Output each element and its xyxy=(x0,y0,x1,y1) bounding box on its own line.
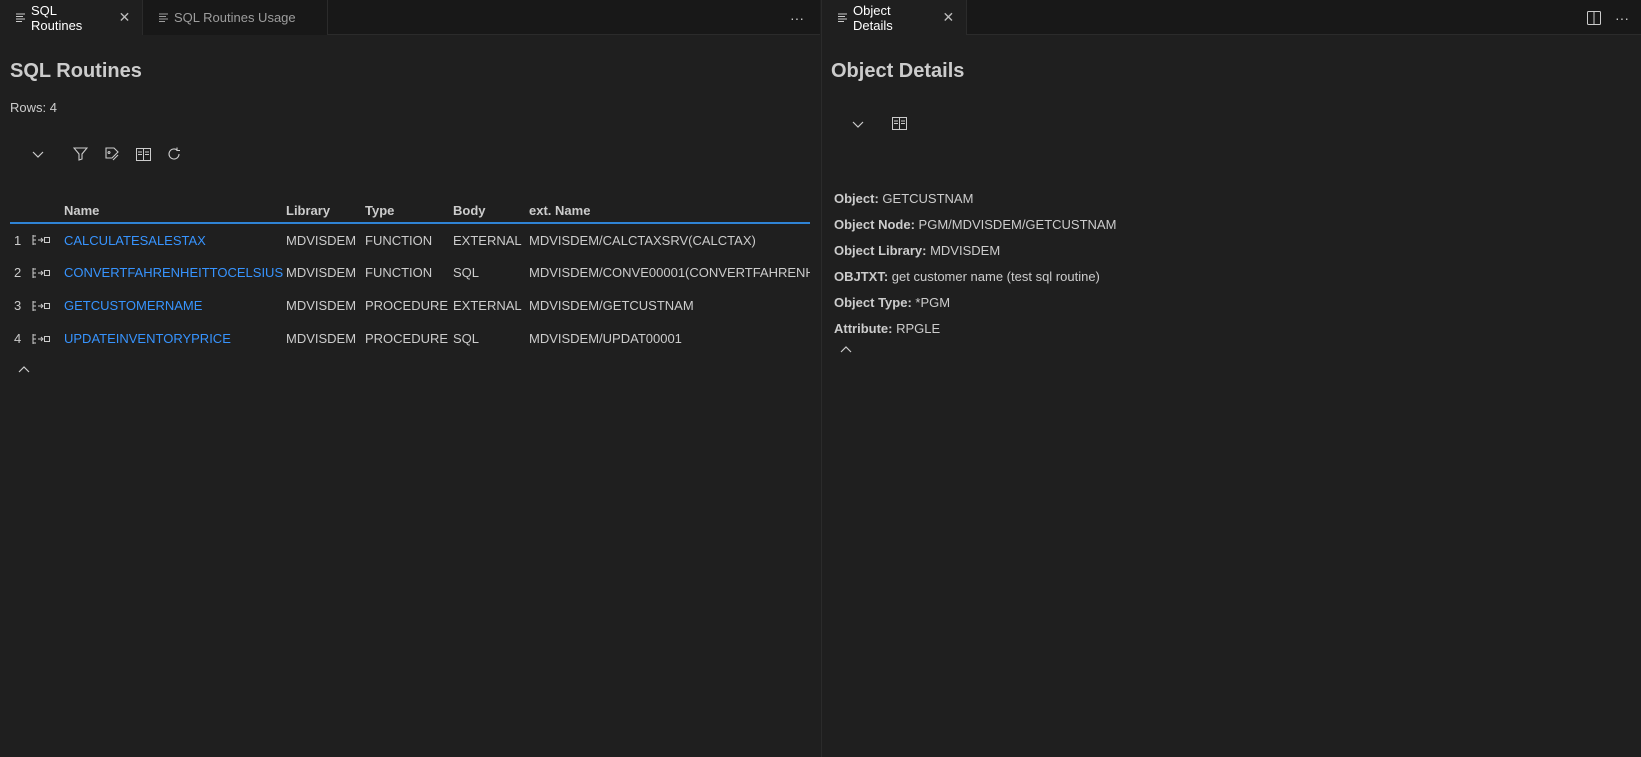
routines-table: Name Library Type Body ext. Name 1 CALCU… xyxy=(10,198,810,355)
cell-type: FUNCTION xyxy=(365,232,433,248)
action-icon[interactable] xyxy=(30,223,62,256)
detail-value: MDVISDEM xyxy=(930,243,1001,258)
column-header-library[interactable]: Library xyxy=(284,198,363,224)
detail-row-object-library: Object Library: MDVISDEM xyxy=(834,238,1116,264)
detail-label: OBJTXT: xyxy=(834,269,889,284)
chevron-up-icon[interactable] xyxy=(14,359,34,379)
columns-icon[interactable] xyxy=(889,113,909,133)
table-header-row: Name Library Type Body ext. Name xyxy=(10,198,810,224)
more-actions-icon[interactable]: ··· xyxy=(1615,10,1629,26)
detail-row-object-node: Object Node: PGM/MDVISDEM/GETCUSTNAM xyxy=(834,212,1116,238)
row-number: 4 xyxy=(14,331,22,346)
detail-label: Object Type: xyxy=(834,295,912,310)
cell-library: MDVISDEM xyxy=(286,232,357,248)
cell-body: SQL xyxy=(453,265,480,280)
routine-link[interactable]: CALCULATESALESTAX xyxy=(64,233,206,248)
preview-icon xyxy=(838,13,847,22)
column-header-name[interactable]: Name xyxy=(62,198,284,224)
chevron-down-icon[interactable] xyxy=(848,115,868,135)
detail-row-attribute: Attribute: RPGLE xyxy=(834,316,1116,342)
right-editor-group: Object Details ✕ ··· Object Details Obje… xyxy=(821,0,1641,757)
column-header-body[interactable]: Body xyxy=(451,198,527,224)
routine-link[interactable]: CONVERTFAHRENHEITTOCELSIUS xyxy=(64,265,283,280)
detail-label: Object: xyxy=(834,191,879,206)
tab-label: Object Details xyxy=(853,2,893,33)
column-header-type[interactable]: Type xyxy=(363,198,451,224)
cell-type: PROCEDURE xyxy=(365,331,449,346)
detail-value: GETCUSTNAM xyxy=(882,191,974,206)
left-editor-group: SQL Routines ✕ SQL Routines Usage ··· SQ… xyxy=(0,0,820,757)
page-title: SQL Routines xyxy=(10,60,142,82)
routine-link[interactable]: GETCUSTOMERNAME xyxy=(64,298,202,313)
chevron-up-icon[interactable] xyxy=(836,339,856,359)
routine-link[interactable]: UPDATEINVENTORYPRICE xyxy=(64,331,231,346)
table-row[interactable]: 4 UPDATEINVENTORYPRICE MDVISDEM PROCEDUR… xyxy=(10,322,810,355)
row-number: 2 xyxy=(14,265,22,280)
filter-icon[interactable] xyxy=(70,144,90,164)
detail-label: Attribute: xyxy=(834,321,893,336)
table-row[interactable]: 2 CONVERTFAHRENHEITTOCELSIUS MDVISDEM FU… xyxy=(10,256,810,289)
tab-label: SQL Routines Usage xyxy=(174,10,296,25)
detail-label: Object Node: xyxy=(834,217,915,232)
close-icon[interactable]: ✕ xyxy=(117,9,132,26)
tab-object-details[interactable]: Object Details ✕ xyxy=(822,0,967,35)
preview-icon xyxy=(16,13,25,22)
cell-ext-name: MDVISDEM/CALCTAXSRV(CALCTAX) xyxy=(529,232,756,248)
tab-label: SQL Routines xyxy=(31,2,83,33)
edit-tag-icon[interactable] xyxy=(102,144,122,164)
detail-value: PGM/MDVISDEM/GETCUSTNAM xyxy=(918,217,1117,232)
detail-value: *PGM xyxy=(915,295,951,310)
cell-ext-name: MDVISDEM/CONVE00001(CONVERTFAHRENH xyxy=(529,265,810,280)
refresh-icon[interactable] xyxy=(164,144,184,164)
tab-sql-routines-usage[interactable]: SQL Routines Usage xyxy=(143,0,328,35)
cell-library: MDVISDEM xyxy=(286,298,357,313)
detail-row-objtxt: OBJTXT: get customer name (test sql rout… xyxy=(834,264,1116,290)
action-icon[interactable] xyxy=(30,289,62,322)
preview-icon xyxy=(159,13,168,22)
cell-body: SQL xyxy=(453,331,480,346)
tab-sql-routines[interactable]: SQL Routines ✕ xyxy=(0,0,143,35)
cell-type: FUNCTION xyxy=(365,265,433,280)
object-details-list: Object: GETCUSTNAM Object Node: PGM/MDVI… xyxy=(834,186,1116,342)
table-row[interactable]: 1 CALCULATESALESTAX MDVISDEM FUNCTION EX… xyxy=(10,223,810,256)
more-actions-icon[interactable]: ··· xyxy=(790,10,804,26)
details-title: Object Details xyxy=(831,60,965,82)
row-number: 1 xyxy=(14,232,22,248)
row-number: 3 xyxy=(14,298,22,313)
detail-value: RPGLE xyxy=(896,321,941,336)
cell-library: MDVISDEM xyxy=(286,331,357,346)
row-count: Rows: 4 xyxy=(10,100,57,115)
detail-value: get customer name (test sql routine) xyxy=(891,269,1100,284)
action-icon[interactable] xyxy=(30,322,62,355)
columns-icon[interactable] xyxy=(133,144,153,164)
right-tabbar: Object Details ✕ ··· xyxy=(822,0,1641,35)
chevron-down-icon[interactable] xyxy=(28,145,48,165)
table-row[interactable]: 3 GETCUSTOMERNAME MDVISDEM PROCEDURE EXT… xyxy=(10,289,810,322)
cell-body: EXTERNAL xyxy=(453,298,522,313)
detail-label: Object Library: xyxy=(834,243,927,258)
detail-row-object: Object: GETCUSTNAM xyxy=(834,186,1116,212)
cell-library: MDVISDEM xyxy=(286,265,357,280)
cell-type: PROCEDURE xyxy=(365,298,449,313)
column-header-ext-name[interactable]: ext. Name xyxy=(527,198,810,224)
detail-row-object-type: Object Type: *PGM xyxy=(834,290,1116,316)
left-tabbar: SQL Routines ✕ SQL Routines Usage ··· xyxy=(0,0,820,35)
cell-ext-name: MDVISDEM/UPDAT00001 xyxy=(529,331,682,346)
split-editor-icon[interactable] xyxy=(1587,10,1601,25)
close-icon[interactable]: ✕ xyxy=(941,9,956,26)
action-icon[interactable] xyxy=(30,256,62,289)
cell-ext-name: MDVISDEM/GETCUSTNAM xyxy=(529,298,694,313)
cell-body: EXTERNAL xyxy=(453,232,522,248)
